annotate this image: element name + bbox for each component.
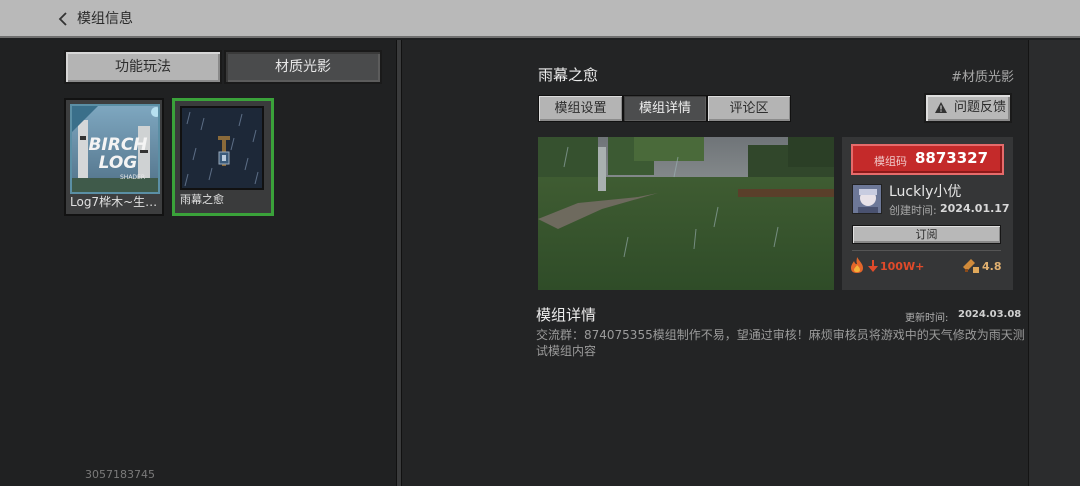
thumbnail-subtitle: SHADER [120, 174, 146, 181]
mod-thumbnail [180, 106, 264, 190]
update-time-value: 2024.03.08 [958, 309, 1022, 320]
mod-code-label: 模组码 [874, 155, 907, 168]
created-label: 创建时间: [889, 204, 937, 217]
created-date: 2024.01.17 [940, 202, 1010, 215]
rating-icon [963, 259, 979, 273]
mod-card-label: 雨幕之愈 [180, 193, 224, 206]
tab-mod-details[interactable]: 模组详情 [623, 95, 707, 122]
update-time-label: 更新时间: [905, 313, 949, 324]
report-issue-label: 问题反馈 [954, 100, 1007, 115]
mod-thumbnail: BIRCH LOG SHADER [70, 104, 160, 194]
mod-info-box: 模组码 8873327 Luckly小优 创建时间: 2024.01.17 订阅… [842, 137, 1013, 290]
mod-category-tag: #材质光影 [951, 70, 1014, 85]
mod-title: 雨幕之愈 [538, 66, 599, 84]
back-chevron-icon[interactable] [56, 11, 70, 27]
player-id: 3057183745 [85, 468, 155, 481]
mod-info-screen: 模组信息 功能玩法 材质光影 BIRCH LOG SHADER Log7桦木~生… [0, 0, 1080, 486]
right-edge-panel [1028, 40, 1080, 486]
page-title: 模组信息 [77, 11, 133, 27]
details-section-title: 模组详情 [536, 306, 597, 324]
mod-card-label: Log7桦木~生… [70, 195, 158, 209]
rating-value: 4.8 [982, 260, 1002, 273]
thumbnail-title: BIRCH LOG [88, 135, 148, 173]
down-arrow-icon [868, 260, 878, 272]
tab-mod-settings[interactable]: 模组设置 [538, 95, 623, 122]
mod-card-birch-log[interactable]: BIRCH LOG SHADER Log7桦木~生… [64, 98, 164, 216]
tab-gameplay[interactable]: 功能玩法 [64, 50, 222, 84]
mod-card-rain-curtain[interactable]: 雨幕之愈 [172, 98, 274, 216]
mod-code-badge[interactable]: 模组码 8873327 [851, 144, 1004, 175]
mod-description: 交流群：874075355模组制作不易，望通过审核！麻烦审核员将游戏中的天气修改… [536, 328, 1025, 358]
mod-code-value: 8873327 [915, 149, 989, 167]
tab-textures-shaders[interactable]: 材质光影 [224, 50, 382, 84]
report-issue-button[interactable]: 问题反馈 [924, 93, 1012, 123]
info-separator [852, 250, 1001, 251]
author-avatar[interactable] [852, 184, 882, 214]
subscribe-button[interactable]: 订阅 [852, 225, 1001, 244]
heat-value: 100W+ [880, 260, 925, 273]
top-bar: 模组信息 [0, 0, 1080, 38]
warning-icon [935, 102, 947, 113]
tab-comments[interactable]: 评论区 [707, 95, 791, 122]
mod-preview-image [538, 137, 834, 290]
author-name[interactable]: Luckly小优 [889, 181, 961, 201]
fire-icon [851, 257, 863, 273]
